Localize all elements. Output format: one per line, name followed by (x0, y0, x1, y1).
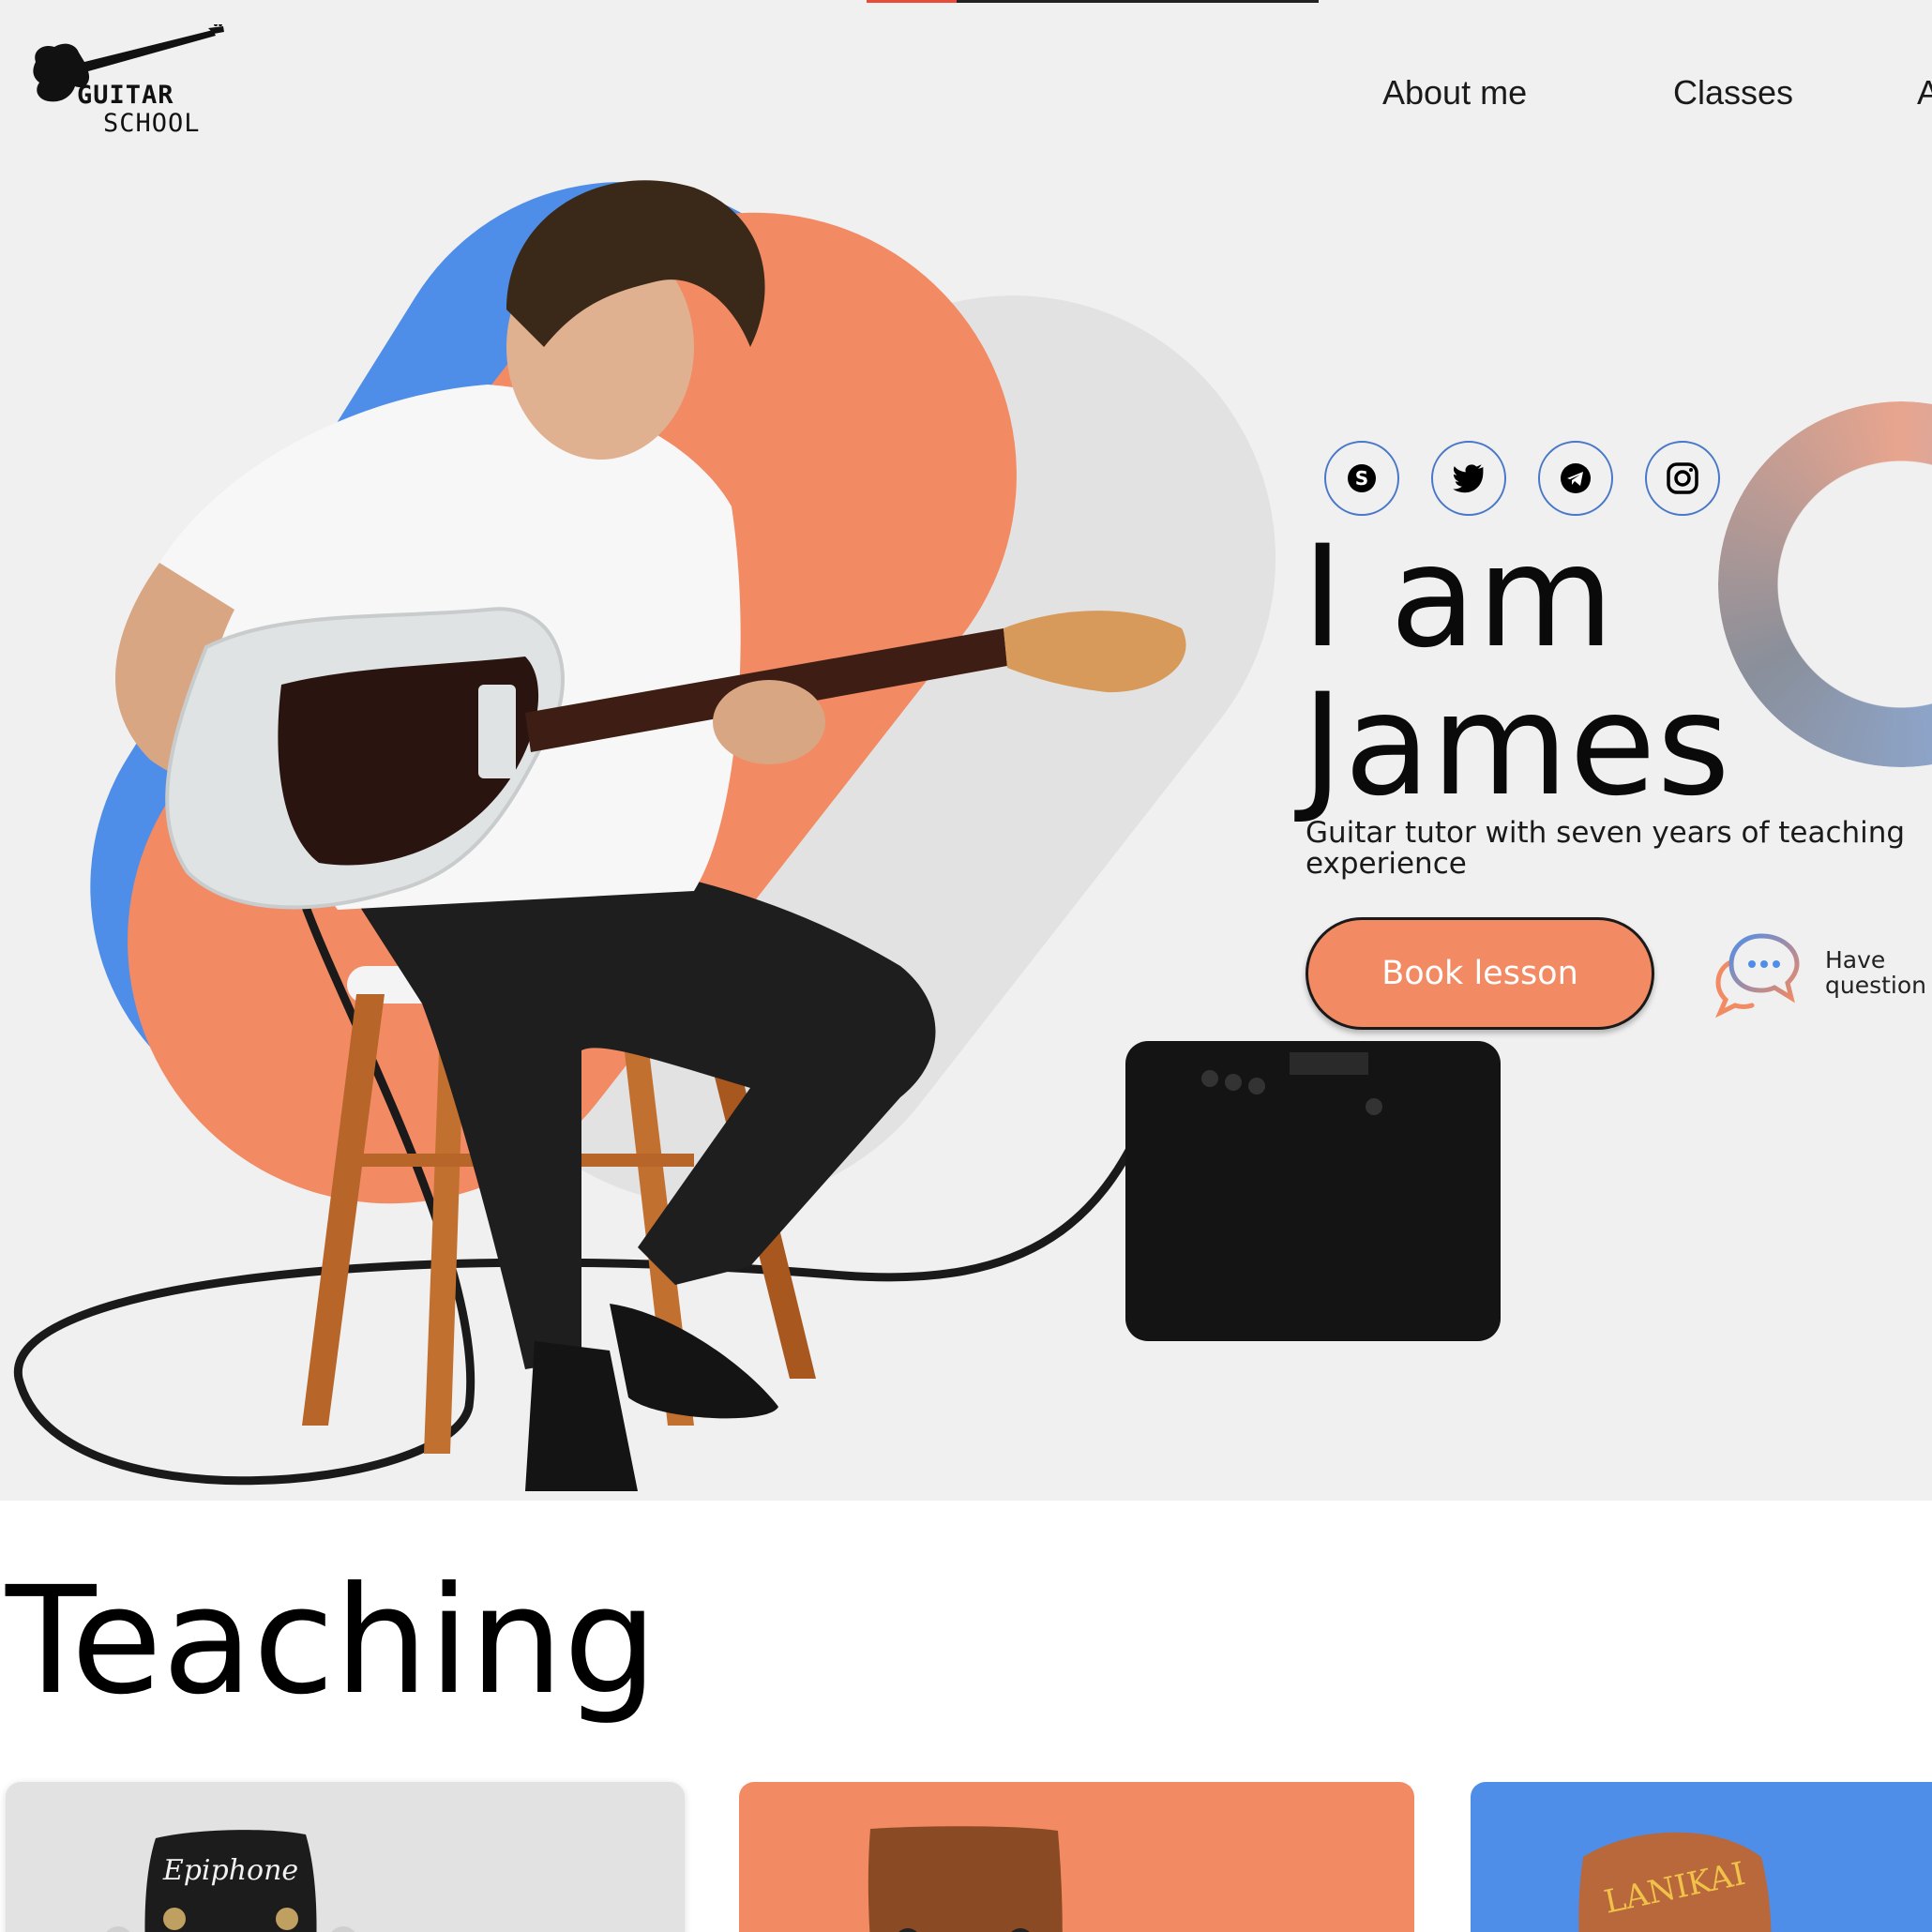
hero-section: GUITAR SCHOOL About me Classes A S I am … (0, 0, 1932, 1501)
social-links: S (1324, 441, 1720, 516)
ukulele-lanikai-headstock-image: LANIKAI (1578, 1832, 1772, 1932)
skype-icon: S (1348, 464, 1376, 492)
teaching-section-title: Teaching (6, 1555, 658, 1728)
instagram-link[interactable] (1645, 441, 1720, 516)
page-progress-fill (867, 0, 958, 3)
guitarist-photo (13, 180, 1501, 1491)
chat-bubble-icon[interactable] (1713, 928, 1803, 1019)
telegram-icon (1561, 463, 1591, 493)
twitter-link[interactable] (1431, 441, 1506, 516)
ukulele-headstock-image (868, 1826, 1063, 1932)
nav-item-truncated[interactable]: A (1917, 73, 1932, 113)
nav-classes[interactable]: Classes (1673, 73, 1793, 113)
teaching-card-lanikai[interactable]: LANIKAI (1471, 1782, 1932, 1932)
twitter-icon (1453, 464, 1484, 493)
card-brand-epiphone: Epiphone (162, 1854, 298, 1887)
logo-text-school: SCHOOL (103, 109, 201, 138)
nav-about-me[interactable]: About me (1382, 73, 1527, 113)
have-question-text[interactable]: Have question (1825, 947, 1926, 998)
book-lesson-button[interactable]: Book lesson (1306, 917, 1654, 1030)
page-progress-bar (867, 0, 1319, 3)
hero-title-line2: James (1302, 664, 1731, 827)
skype-link[interactable]: S (1324, 441, 1399, 516)
logo-text-guitar: GUITAR (77, 81, 174, 110)
svg-text:S: S (1355, 467, 1368, 490)
hero-title-line1: I am (1302, 516, 1615, 679)
telegram-link[interactable] (1538, 441, 1613, 516)
teaching-card-epiphone[interactable]: Epiphone (6, 1782, 685, 1932)
instagram-icon (1667, 462, 1698, 494)
hero-title: I am James (1302, 523, 1731, 820)
teaching-card-orange[interactable] (739, 1782, 1414, 1932)
hero-subtitle: Guitar tutor with seven years of teachin… (1306, 816, 1906, 881)
logo[interactable]: GUITAR SCHOOL (30, 23, 227, 138)
gradient-ring-decoration (1718, 401, 1932, 767)
guitar-headstock-image: Epiphone (106, 1830, 355, 1932)
